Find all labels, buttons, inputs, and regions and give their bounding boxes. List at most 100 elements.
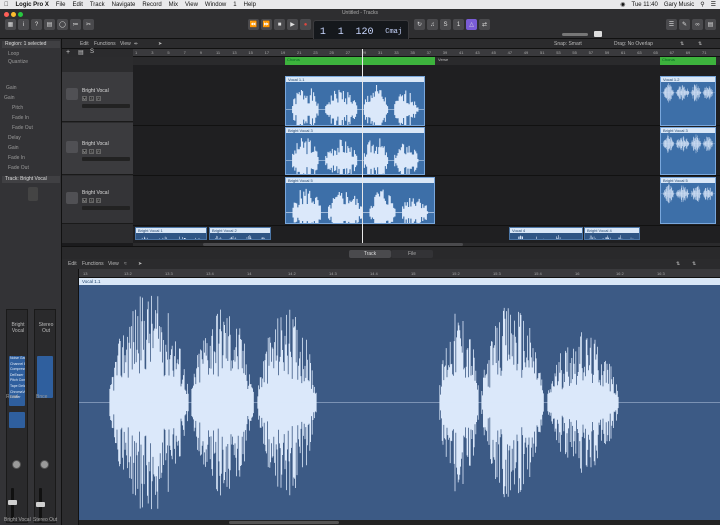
menu-1[interactable]: 1 xyxy=(233,2,236,8)
arrangement-marker[interactable]: Chorus xyxy=(660,57,716,65)
waveform-zoom-icon[interactable]: ⇅ xyxy=(680,41,684,47)
rewind-icon[interactable]: ⏪ xyxy=(248,19,259,30)
editor-ruler[interactable]: 13 13 2 13 3 13 4 14 14 2 14 3 14 4 15 15 2 15 3 15… xyxy=(79,269,720,278)
record-enable-button[interactable]: R xyxy=(96,198,101,203)
metronome-icon[interactable]: △ xyxy=(466,19,477,30)
toolbar-icon[interactable]: ▤ xyxy=(44,19,55,30)
master-volume-slider[interactable] xyxy=(562,33,588,36)
read-label[interactable]: Read xyxy=(6,394,18,400)
arrangement-marker[interactable]: Verse xyxy=(438,57,448,62)
add-track-button[interactable]: + xyxy=(66,49,70,57)
tracks-edit-menu[interactable]: Edit xyxy=(80,41,89,47)
record-icon[interactable]: ● xyxy=(300,19,311,30)
editor-waveform-icon[interactable]: ⇅ xyxy=(692,261,696,267)
track-name[interactable]: Bright Vocal xyxy=(82,190,109,196)
audio-region[interactable]: Bright Vocal 1 xyxy=(135,227,207,240)
stop-icon[interactable]: ■ xyxy=(274,19,285,30)
audio-region[interactable]: Vocal 4 xyxy=(509,227,583,240)
audio-region[interactable]: Bright Vocal 5 xyxy=(285,177,435,224)
audio-region[interactable]: Bright Vocal 2 xyxy=(209,227,271,240)
track-name[interactable]: Bright Vocal xyxy=(82,88,109,94)
menu-view[interactable]: View xyxy=(185,2,198,8)
solo-icon[interactable]: S xyxy=(440,19,451,30)
audio-region[interactable]: Bright Vocal 3 xyxy=(285,127,425,175)
menu-navigate[interactable]: Navigate xyxy=(112,2,136,8)
arrangement-marker-lane[interactable]: Chorus Verse Chorus xyxy=(133,57,720,65)
editor-zoom-icon[interactable]: ⇅ xyxy=(676,261,680,267)
menu-app[interactable]: Logic Pro X xyxy=(16,2,49,8)
audio-region[interactable]: Bright Vocal 5 xyxy=(660,177,716,224)
editor-edit-menu[interactable]: Edit xyxy=(68,261,77,267)
play-icon[interactable]: ▶ xyxy=(287,19,298,30)
editor-pointer-icon[interactable]: ➤ xyxy=(138,261,142,267)
pan-knob[interactable] xyxy=(12,460,21,469)
track-volume-slider[interactable] xyxy=(82,157,130,161)
smart-controls-icon[interactable]: ◯ xyxy=(57,19,68,30)
tuner-icon[interactable]: ♫ xyxy=(427,19,438,30)
mute-button[interactable]: M xyxy=(82,96,87,101)
plugin-slot[interactable]: Tape Delay xyxy=(9,384,25,390)
record-enable-button[interactable]: R xyxy=(96,96,101,101)
scroll-thumb[interactable] xyxy=(229,521,339,524)
tab-file[interactable]: File xyxy=(391,250,433,258)
user-name[interactable]: Gary Music xyxy=(664,2,694,8)
loop-browser-icon[interactable]: ∞ xyxy=(692,19,703,30)
arrangement-marker[interactable]: Chorus xyxy=(285,57,435,65)
track-header[interactable]: Bright Vocal M S R xyxy=(62,123,133,175)
flex-icon[interactable]: ≈ xyxy=(124,261,127,267)
catch-icon[interactable]: ↞ xyxy=(134,41,138,47)
solo-button[interactable]: S xyxy=(89,198,94,203)
playhead[interactable] xyxy=(362,49,363,245)
window-minimize-button[interactable] xyxy=(11,12,16,17)
forward-icon[interactable]: ⏩ xyxy=(261,19,272,30)
editor-functions-menu[interactable]: Functions xyxy=(82,261,104,267)
tracks-functions-menu[interactable]: Functions xyxy=(94,41,116,47)
wifi-icon[interactable]: ◉ xyxy=(620,1,625,8)
quick-help-icon[interactable]: ? xyxy=(31,19,42,30)
track-header[interactable]: Bright Vocal M S R xyxy=(62,72,133,122)
menu-track[interactable]: Track xyxy=(90,2,105,8)
mute-button[interactable]: M xyxy=(82,149,87,154)
count-in-icon[interactable]: 1 xyxy=(453,19,464,30)
library-icon[interactable]: ▦ xyxy=(5,19,16,30)
master-volume-knob[interactable] xyxy=(594,31,602,37)
record-enable-button[interactable]: R xyxy=(96,149,101,154)
mixer-icon[interactable]: ≔ xyxy=(70,19,81,30)
tab-track[interactable]: Track xyxy=(349,250,391,258)
send-slots[interactable] xyxy=(9,412,25,428)
track-lanes[interactable]: Vocal 1.1 Vocal 1.2 Bright Vocal 3 Brigh… xyxy=(133,65,720,243)
window-zoom-button[interactable] xyxy=(18,12,23,17)
clock[interactable]: Tue 11:40 xyxy=(632,2,658,8)
menu-list-icon[interactable]: ☰ xyxy=(711,1,716,8)
editor-horizontal-scrollbar[interactable] xyxy=(79,520,720,525)
pointer-tool-icon[interactable]: ➤ xyxy=(158,41,162,47)
list-editors-icon[interactable]: ☰ xyxy=(666,19,677,30)
track-header[interactable]: Bright Vocal M S R xyxy=(62,176,133,224)
menu-file[interactable]: File xyxy=(56,2,66,8)
menu-mix[interactable]: Mix xyxy=(169,2,178,8)
global-tracks-icon[interactable]: S xyxy=(90,49,94,55)
plugin-slot[interactable]: Compressor xyxy=(9,367,25,373)
notepad-icon[interactable]: ✎ xyxy=(679,19,690,30)
track-inspector-header[interactable]: Track: Bright Vocal xyxy=(2,176,60,183)
zoom-icon[interactable]: ⇅ xyxy=(698,41,702,47)
bar-ruler[interactable]: 1 3 5 7 9 11 13 15 17 19 21 23 25 27 29 31 33 35 37 39 41 43 4… xyxy=(133,49,720,57)
bounce-label[interactable]: Bnce xyxy=(36,394,47,400)
audio-region[interactable]: Bright Vocal 4 xyxy=(584,227,640,240)
audio-region[interactable]: Bright Vocal 3 xyxy=(660,127,716,175)
snap-menu[interactable]: Snap: Smart xyxy=(554,41,582,47)
editor-region-title[interactable]: Vocal 1.1 xyxy=(79,278,720,285)
search-icon[interactable]: ⚲ xyxy=(700,1,704,8)
audio-region[interactable]: Vocal 1.1 xyxy=(285,76,425,126)
menu-record[interactable]: Record xyxy=(142,2,161,8)
track-volume-slider[interactable] xyxy=(82,206,130,210)
fader-knob[interactable] xyxy=(8,500,17,505)
apple-icon[interactable]:  xyxy=(4,2,9,8)
solo-button[interactable]: S xyxy=(89,96,94,101)
editor-view-menu[interactable]: View xyxy=(108,261,119,267)
track-volume-slider[interactable] xyxy=(82,104,130,108)
plugin-slots[interactable] xyxy=(37,356,53,398)
menu-help[interactable]: Help xyxy=(244,2,256,8)
region-inspector-header[interactable]: Region: 1 selected xyxy=(2,41,60,48)
editor-waveform[interactable] xyxy=(79,285,720,520)
